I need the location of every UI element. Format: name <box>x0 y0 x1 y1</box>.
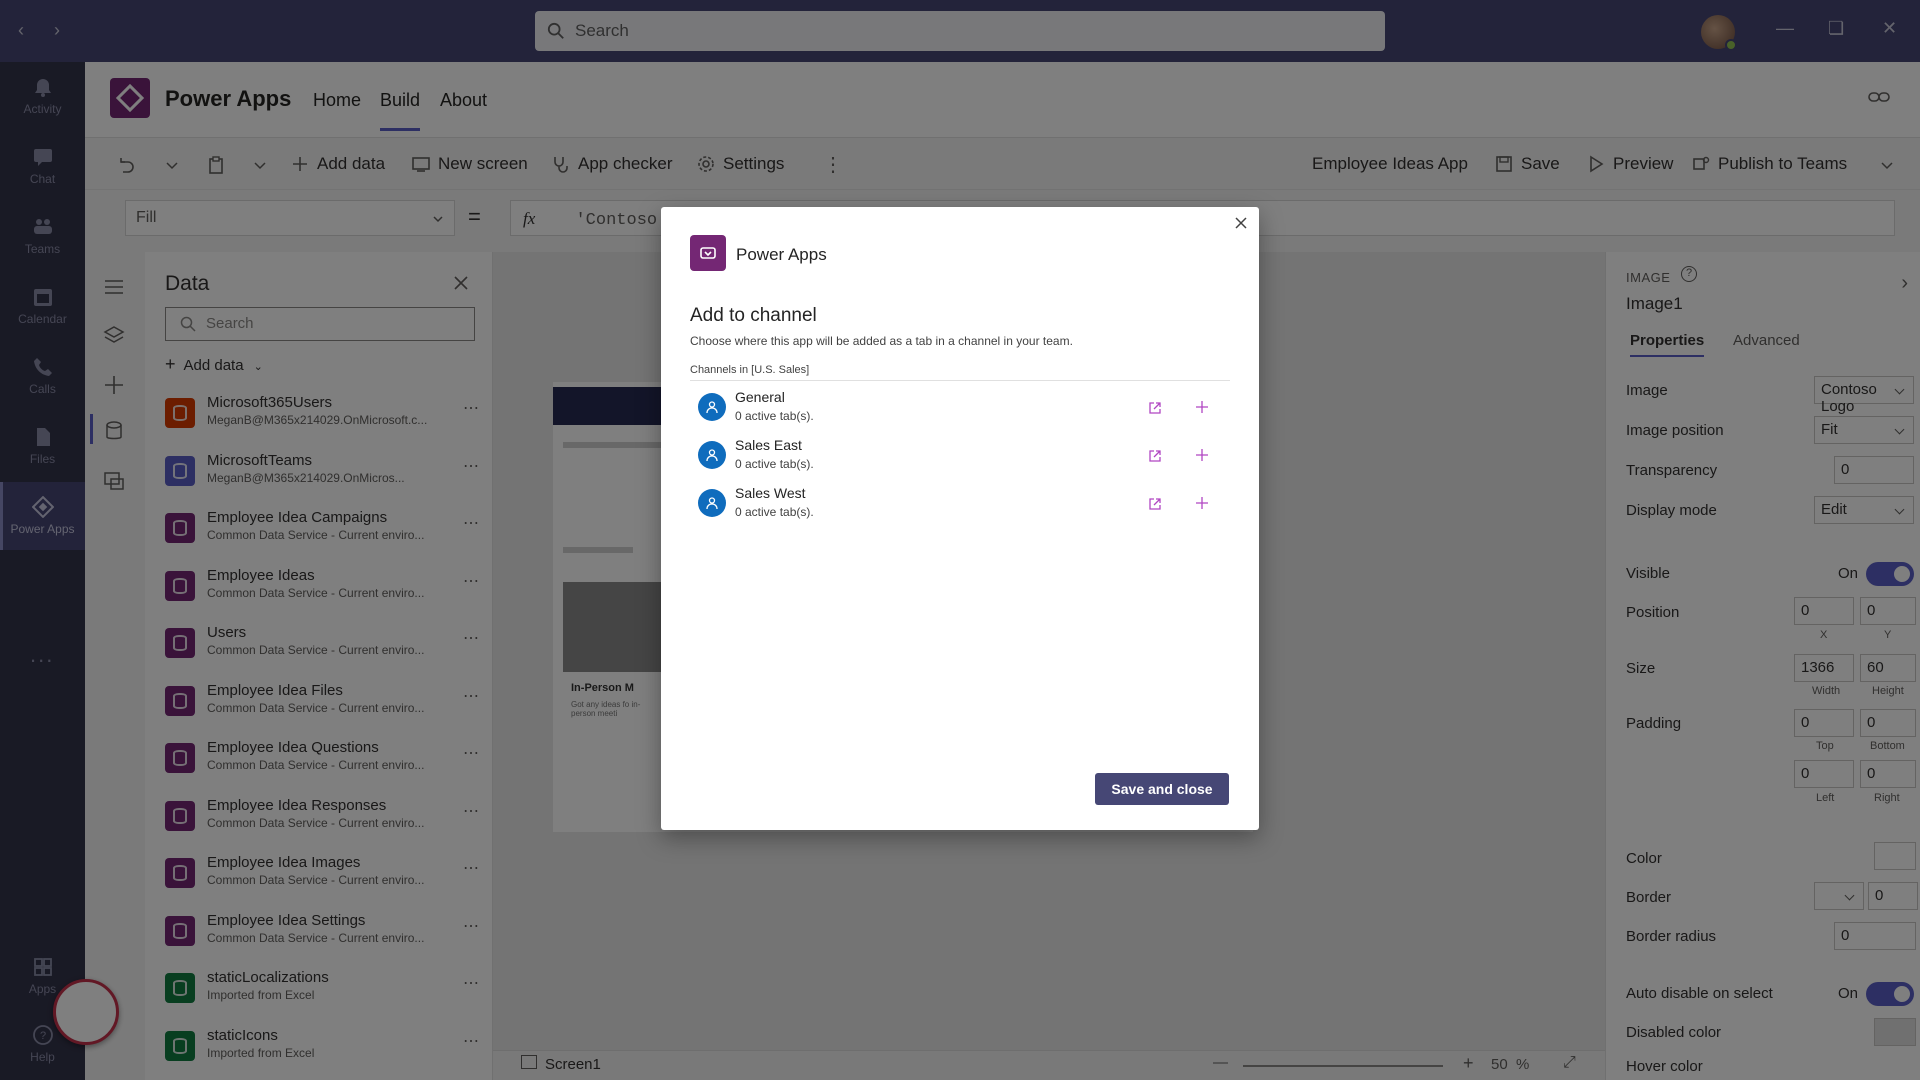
add-tab-icon[interactable] <box>1194 447 1210 463</box>
channel-name: Sales East <box>735 437 802 453</box>
add-to-channel-dialog: Power Apps Add to channel Choose where t… <box>661 207 1259 830</box>
dialog-heading: Add to channel <box>690 305 817 326</box>
channel-tab-count: 0 active tab(s). <box>735 409 814 423</box>
channel-name: Sales West <box>735 485 806 501</box>
save-and-close-button[interactable]: Save and close <box>1095 773 1229 805</box>
channel-avatar <box>698 441 726 469</box>
channel-tab-count: 0 active tab(s). <box>735 505 814 519</box>
channel-avatar <box>698 393 726 421</box>
person-icon <box>706 449 718 462</box>
divider <box>690 380 1230 381</box>
close-icon[interactable] <box>1231 213 1251 233</box>
channel-row-general[interactable]: General 0 active tab(s). <box>690 385 1230 429</box>
channel-name: General <box>735 389 785 405</box>
open-external-icon[interactable] <box>1148 497 1162 511</box>
person-icon <box>706 497 718 510</box>
channel-row-sales-west[interactable]: Sales West 0 active tab(s). <box>690 481 1230 525</box>
dialog-description: Choose where this app will be added as a… <box>690 334 1073 348</box>
channel-avatar <box>698 489 726 517</box>
add-tab-icon[interactable] <box>1194 399 1210 415</box>
add-tab-icon[interactable] <box>1194 495 1210 511</box>
person-icon <box>706 401 718 414</box>
open-external-icon[interactable] <box>1148 449 1162 463</box>
channel-row-sales-east[interactable]: Sales East 0 active tab(s). <box>690 433 1230 477</box>
teams-window: ‹ › Search — ❏ ✕ Activity Chat Teams Cal… <box>0 0 1920 1080</box>
power-apps-icon <box>700 247 716 259</box>
power-apps-logo <box>690 235 726 271</box>
channels-caption: Channels in [U.S. Sales] <box>690 364 810 376</box>
channel-tab-count: 0 active tab(s). <box>735 457 814 471</box>
open-external-icon[interactable] <box>1148 401 1162 415</box>
dialog-app-name: Power Apps <box>736 245 827 264</box>
